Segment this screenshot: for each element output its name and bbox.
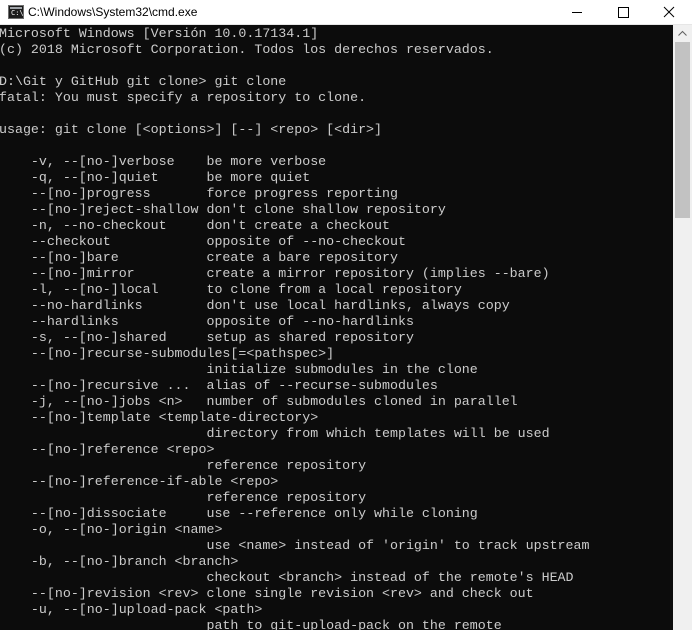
terminal-line: --no-hardlinks don't use local hardlinks… bbox=[0, 298, 510, 313]
terminal-line: -v, --[no-]verbose be more verbose bbox=[0, 154, 327, 169]
terminal-line: --[no-]recursive ... alias of --recurse-… bbox=[0, 378, 438, 393]
terminal-line: initialize submodules in the clone bbox=[0, 362, 478, 377]
close-button[interactable] bbox=[646, 0, 692, 25]
maximize-button[interactable] bbox=[600, 0, 646, 25]
terminal-output[interactable]: Microsoft Windows [Versión 10.0.17134.1]… bbox=[0, 25, 673, 630]
terminal-line: --[no-]bare create a bare repository bbox=[0, 250, 398, 265]
chevron-up-icon bbox=[678, 30, 687, 36]
terminal-line: usage: git clone [<options>] [--] <repo>… bbox=[0, 122, 383, 137]
terminal-line: -u, --[no-]upload-pack <path> bbox=[0, 602, 263, 617]
minimize-button[interactable] bbox=[554, 0, 600, 25]
terminal-line: path to git-upload-pack on the remote bbox=[0, 618, 502, 630]
terminal-line: --[no-]dissociate use --reference only w… bbox=[0, 506, 478, 521]
terminal-line: --[no-]reference-if-able <repo> bbox=[0, 474, 279, 489]
terminal-line: --hardlinks opposite of --no-hardlinks bbox=[0, 314, 414, 329]
terminal-line: --[no-]reject-shallow don't clone shallo… bbox=[0, 202, 446, 217]
vertical-scrollbar[interactable] bbox=[673, 25, 692, 630]
terminal-line: --[no-]progress force progress reporting bbox=[0, 186, 398, 201]
terminal-line: -q, --[no-]quiet be more quiet bbox=[0, 170, 311, 185]
terminal-line: -s, --[no-]shared setup as shared reposi… bbox=[0, 330, 414, 345]
terminal-line: -b, --[no-]branch <branch> bbox=[0, 554, 239, 569]
terminal-line: --[no-]template <template-directory> bbox=[0, 410, 319, 425]
window-title: C:\Windows\System32\cmd.exe bbox=[28, 5, 198, 19]
terminal-line: Microsoft Windows [Versión 10.0.17134.1] bbox=[0, 26, 319, 41]
terminal-line: -j, --[no-]jobs <n> number of submodules… bbox=[0, 394, 518, 409]
terminal-line: fatal: You must specify a repository to … bbox=[0, 90, 367, 105]
scrollbar-thumb[interactable] bbox=[675, 42, 690, 218]
title-bar[interactable]: C:\ C:\Windows\System32\cmd.exe bbox=[0, 0, 692, 25]
maximize-icon bbox=[618, 7, 629, 18]
terminal-line: -n, --no-checkout don't create a checkou… bbox=[0, 218, 390, 233]
cmd-icon[interactable]: C:\ bbox=[8, 5, 24, 19]
terminal-line: D:\Git y GitHub git clone> git clone bbox=[0, 74, 287, 89]
terminal-line: --[no-]mirror create a mirror repository… bbox=[0, 266, 550, 281]
terminal-line: reference repository bbox=[0, 490, 367, 505]
scroll-up-button[interactable] bbox=[673, 25, 692, 42]
terminal-line: directory from which templates will be u… bbox=[0, 426, 550, 441]
cmd-window: C:\ C:\Windows\System32\cmd.exe Microsof… bbox=[0, 0, 692, 630]
terminal-line: --[no-]reference <repo> bbox=[0, 442, 215, 457]
terminal-line: reference repository bbox=[0, 458, 367, 473]
terminal-line: --[no-]revision <rev> clone single revis… bbox=[0, 586, 534, 601]
terminal-line: -l, --[no-]local to clone from a local r… bbox=[0, 282, 462, 297]
minimize-icon bbox=[572, 12, 582, 13]
terminal-line: use <name> instead of 'origin' to track … bbox=[0, 538, 590, 553]
terminal-line: checkout <branch> instead of the remote'… bbox=[0, 570, 574, 585]
terminal-line: --[no-]recurse-submodules[=<pathspec>] bbox=[0, 346, 335, 361]
close-icon bbox=[663, 6, 675, 18]
terminal-line: (c) 2018 Microsoft Corporation. Todos lo… bbox=[0, 42, 494, 57]
terminal-line: -o, --[no-]origin <name> bbox=[0, 522, 223, 537]
terminal-line: --checkout opposite of --no-checkout bbox=[0, 234, 406, 249]
